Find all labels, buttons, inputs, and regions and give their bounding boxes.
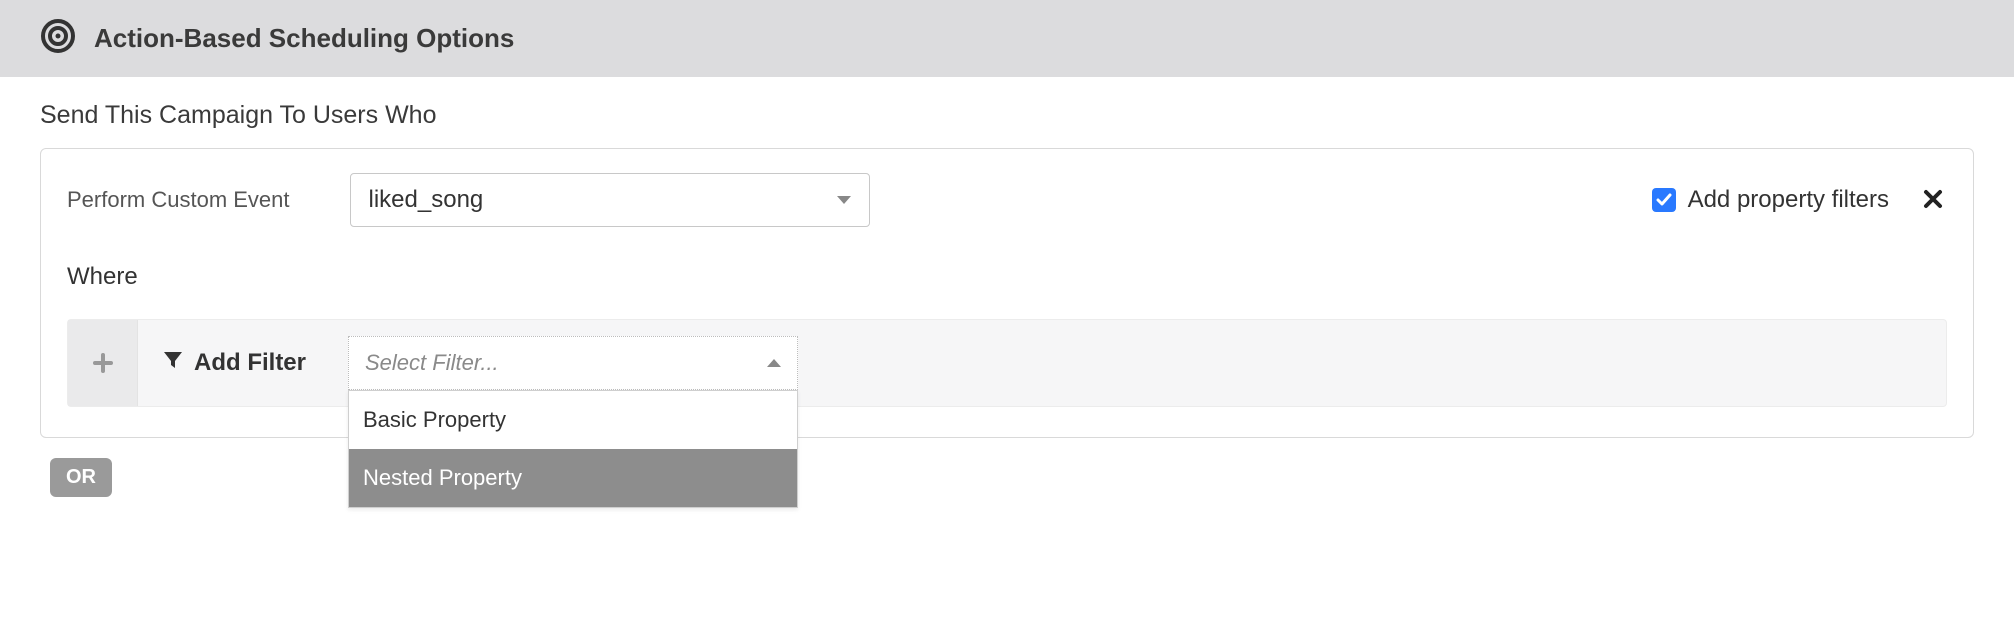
chevron-down-icon (837, 196, 851, 204)
remove-trigger-button[interactable] (1919, 182, 1947, 218)
add-property-filters-label: Add property filters (1688, 186, 1889, 214)
trigger-type-label: Perform Custom Event (67, 187, 290, 213)
trigger-panel: Perform Custom Event liked_song Add prop… (40, 148, 1974, 438)
chevron-up-icon (767, 354, 781, 372)
filter-type-select[interactable]: Select Filter... (348, 336, 798, 390)
filter-select-placeholder: Select Filter... (365, 350, 499, 376)
trigger-right-controls: Add property filters (1652, 182, 1947, 218)
checkbox-checked-icon (1652, 188, 1676, 212)
send-to-label: Send This Campaign To Users Who (40, 101, 1974, 130)
add-filter-text: Add Filter (194, 349, 306, 377)
custom-event-select[interactable]: liked_song (350, 173, 870, 227)
add-condition-button[interactable] (68, 320, 138, 406)
dropdown-option-nested-property[interactable]: Nested Property (349, 449, 797, 507)
add-filter-label-cell: Add Filter (138, 320, 330, 406)
where-block: Where Add Filter Select Filter... (67, 263, 1947, 407)
page-title: Action-Based Scheduling Options (94, 23, 514, 54)
filter-row: Add Filter Select Filter... Basic Proper… (67, 319, 1947, 407)
add-property-filters-checkbox[interactable]: Add property filters (1652, 186, 1889, 214)
custom-event-value: liked_song (369, 186, 484, 214)
plus-icon (93, 353, 113, 373)
trigger-row: Perform Custom Event liked_song Add prop… (67, 173, 1947, 227)
where-label: Where (67, 263, 1947, 291)
filter-select-cell: Select Filter... Basic Property Nested P… (330, 320, 816, 406)
page-header: Action-Based Scheduling Options (0, 0, 2014, 77)
or-button[interactable]: OR (50, 458, 112, 497)
scheduling-section: Send This Campaign To Users Who Perform … (0, 77, 2014, 521)
filter-type-dropdown: Basic Property Nested Property (348, 390, 798, 508)
close-icon (1923, 189, 1943, 209)
target-icon (40, 18, 76, 59)
funnel-icon (162, 349, 184, 378)
dropdown-option-basic-property[interactable]: Basic Property (349, 391, 797, 449)
